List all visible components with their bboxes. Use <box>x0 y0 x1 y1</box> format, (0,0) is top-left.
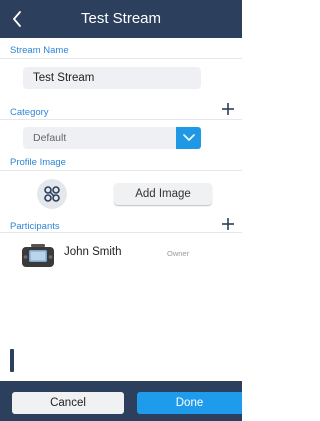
category-label: Category <box>10 107 49 118</box>
stream-name-input[interactable]: Test Stream <box>23 67 201 89</box>
cancel-button[interactable]: Cancel <box>12 392 124 414</box>
participant-name: John Smith <box>64 246 122 258</box>
profile-image-placeholder <box>37 179 67 209</box>
done-button[interactable]: Done <box>137 392 242 414</box>
divider <box>0 58 242 59</box>
page-title: Test Stream <box>80 10 162 27</box>
add-image-button[interactable]: Add Image <box>114 183 212 205</box>
plus-icon <box>222 218 234 230</box>
drag-handle[interactable] <box>10 349 14 372</box>
participants-label: Participants <box>10 221 60 232</box>
participant-row[interactable]: John Smith Owner <box>0 236 242 274</box>
add-category-button[interactable] <box>220 101 236 117</box>
profile-image-label: Profile Image <box>10 157 66 168</box>
stream-name-label: Stream Name <box>10 45 69 56</box>
bottom-bar: Cancel Done <box>0 381 242 421</box>
nav-bar: Test Stream <box>0 0 242 38</box>
device-avatar-icon <box>22 244 54 267</box>
plus-icon <box>222 103 234 115</box>
add-participant-button[interactable] <box>220 216 236 232</box>
dropdown-toggle[interactable] <box>176 127 201 149</box>
divider <box>0 170 242 171</box>
category-dropdown[interactable]: Default <box>23 127 201 149</box>
participant-role: Owner <box>167 249 190 258</box>
divider <box>0 119 242 120</box>
divider <box>0 232 242 233</box>
stream-share-icon <box>44 186 60 202</box>
chevron-down-icon <box>182 134 195 141</box>
category-selected-value: Default <box>33 132 67 144</box>
